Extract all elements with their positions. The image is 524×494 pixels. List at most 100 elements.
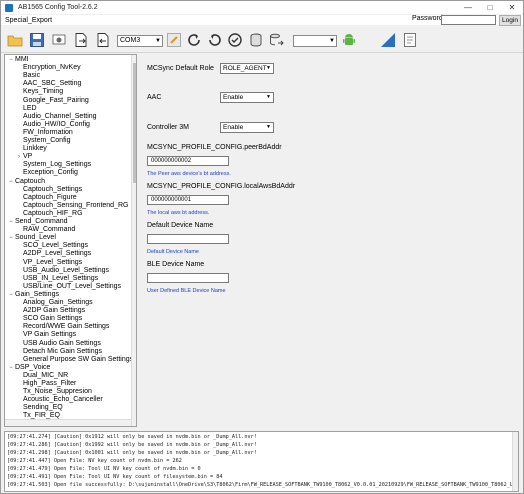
- tree-item[interactable]: System_Log_Settings: [15, 161, 91, 169]
- open-folder-icon[interactable]: [6, 31, 24, 49]
- settings-panel: MCSync Default Role ROLE_AGENT ▼ AAC Ena…: [141, 54, 521, 427]
- document-icon[interactable]: [401, 31, 419, 49]
- tree-item[interactable]: Audio_Channel_Setting: [15, 113, 97, 121]
- tree-item[interactable]: Exception_Config: [15, 169, 78, 177]
- tree-item[interactable]: USB_Audio_Level_Settings: [15, 267, 109, 275]
- database-export-icon[interactable]: [267, 31, 285, 49]
- tree-item[interactable]: − Sound_Level: [7, 234, 56, 242]
- collapse-icon[interactable]: −: [7, 56, 15, 64]
- minimize-button[interactable]: —: [457, 1, 479, 14]
- mcsync-role-select[interactable]: ROLE_AGENT ▼: [220, 63, 274, 74]
- collapse-icon[interactable]: −: [7, 364, 15, 372]
- tree-item[interactable]: Tx_Noise_Suppresion: [15, 388, 92, 396]
- tree-horizontal-scrollbar[interactable]: [5, 419, 131, 426]
- port-combo[interactable]: COM3 ▼: [117, 35, 163, 47]
- controller-3m-select[interactable]: Enable ▼: [220, 122, 274, 133]
- tree-item[interactable]: Dual_MIC_NR: [15, 372, 68, 380]
- tree-item[interactable]: USB_IN_Level_Settings: [15, 275, 98, 283]
- tree-item[interactable]: General Purpose SW Gain Settings: [15, 356, 133, 364]
- password-input[interactable]: [441, 15, 496, 25]
- connect-icon[interactable]: [165, 31, 183, 49]
- tree-item[interactable]: Captouch_Settings: [15, 186, 82, 194]
- controller-3m-label: Controller 3M: [147, 124, 190, 131]
- tree-item[interactable]: Audio_HW/IO_Config: [15, 121, 90, 129]
- tree-item[interactable]: System_Config: [15, 137, 70, 145]
- tree-item[interactable]: VP_Level_Settings: [15, 259, 82, 267]
- tree-item[interactable]: Captouch_HIF_RG: [15, 210, 83, 218]
- config-icon[interactable]: [50, 31, 68, 49]
- export-icon[interactable]: [72, 31, 90, 49]
- peer-addr-label: MCSYNC_PROFILE_CONFIG.peerBdAddr: [147, 144, 282, 151]
- tree-item[interactable]: High_Pass_Filter: [15, 380, 76, 388]
- tree-item-label: USB_Audio_Level_Settings: [23, 266, 110, 274]
- expand-icon[interactable]: ›: [15, 153, 23, 161]
- tree-item[interactable]: USB/Line_OUT_Level_Settings: [15, 283, 121, 291]
- peer-addr-input[interactable]: 000000000002: [147, 156, 229, 166]
- check-icon[interactable]: [226, 31, 244, 49]
- tree-item-label: VP_Level_Settings: [23, 258, 83, 266]
- android-icon[interactable]: [340, 31, 358, 49]
- database-icon[interactable]: [247, 31, 265, 49]
- tree-item[interactable]: − MMI: [7, 56, 29, 64]
- tree-item[interactable]: Captouch_Figure: [15, 194, 77, 202]
- tree-item[interactable]: Acoustic_Echo_Canceller: [15, 396, 103, 404]
- tree-item[interactable]: − Send_Command: [7, 218, 67, 226]
- log-line: [09:27:41.491] Open File: Tool UI NV key…: [7, 474, 223, 480]
- collapse-icon[interactable]: −: [7, 218, 15, 226]
- tree-item[interactable]: Detach Mic Gain Settings: [15, 348, 102, 356]
- tree-item-label: Acoustic_Echo_Canceller: [23, 396, 103, 404]
- tree-item[interactable]: Keys_Timing: [15, 88, 63, 96]
- tree-item[interactable]: Linkkey: [15, 145, 47, 153]
- collapse-icon[interactable]: −: [7, 291, 15, 299]
- import-icon[interactable]: [94, 31, 112, 49]
- app-icon: [5, 3, 13, 12]
- tree-item[interactable]: A2DP Gain Settings: [15, 307, 85, 315]
- maximize-button[interactable]: □: [479, 1, 501, 14]
- tree-item[interactable]: Basic: [15, 72, 40, 80]
- collapse-icon[interactable]: −: [7, 234, 15, 242]
- tree-item[interactable]: AAC_SBC_Setting: [15, 80, 81, 88]
- refresh-icon[interactable]: [185, 31, 203, 49]
- tree-item[interactable]: Analog_Gain_Settings: [15, 299, 93, 307]
- log-vertical-scrollbar[interactable]: [512, 432, 518, 491]
- tree-item-label: System_Log_Settings: [23, 161, 92, 169]
- tree-item-label: AAC_SBC_Setting: [23, 80, 82, 88]
- login-button[interactable]: Login: [499, 15, 521, 26]
- tree-item[interactable]: SCO_Level_Settings: [15, 242, 88, 250]
- tree-vertical-scrollbar[interactable]: [131, 55, 136, 426]
- tree-item[interactable]: LED: [15, 105, 37, 113]
- collapse-icon[interactable]: −: [7, 178, 15, 186]
- tree-item[interactable]: › VP: [15, 153, 32, 161]
- close-button[interactable]: ✕: [501, 1, 523, 14]
- tree-item[interactable]: FW_Information: [15, 129, 73, 137]
- tree-item[interactable]: Captouch_Sensing_Frontend_RG: [15, 202, 128, 210]
- aac-select[interactable]: Enable ▼: [220, 92, 274, 103]
- tree-item[interactable]: RAW_Command: [15, 226, 75, 234]
- log-line: [09:27:41.503] Open file successfully: D…: [7, 482, 519, 488]
- tree-item[interactable]: − DSP_Voice: [7, 364, 50, 372]
- reload-icon[interactable]: [206, 31, 224, 49]
- tree-item[interactable]: − Captouch: [7, 178, 45, 186]
- tree-item[interactable]: SCO Gain Settings: [15, 315, 82, 323]
- save-icon[interactable]: [28, 31, 46, 49]
- tree-item[interactable]: A2DP_Level_Settings: [15, 250, 91, 258]
- device-combo[interactable]: ▼: [293, 35, 337, 47]
- log-console[interactable]: [09:27:41.274] [Caution] 0x1912 will onl…: [4, 431, 519, 492]
- ble-name-input[interactable]: [147, 273, 229, 283]
- tree-item-label: Exception_Config: [23, 169, 78, 177]
- tree-item[interactable]: Sending_EQ: [15, 404, 63, 412]
- tree-item[interactable]: Encryption_NvKey: [15, 64, 81, 72]
- tree-item-label: Analog_Gain_Settings: [23, 299, 93, 306]
- tree-item[interactable]: USB Audio Gain Settings: [15, 340, 101, 348]
- chart-icon[interactable]: [379, 31, 397, 49]
- tree-item[interactable]: − Gain_Settings: [7, 291, 59, 299]
- tree-item-label: MMI: [15, 56, 29, 63]
- menu-special-export[interactable]: Special_Export: [5, 17, 52, 24]
- tree-item[interactable]: Record/WWE Gain Settings: [15, 323, 109, 331]
- default-name-input[interactable]: [147, 234, 229, 244]
- tree-scroll-thumb[interactable]: [133, 63, 136, 183]
- tree-item-label: Tx_Noise_Suppresion: [23, 388, 92, 396]
- local-addr-input[interactable]: 000000000001: [147, 195, 229, 205]
- tree-item[interactable]: Google_Fast_Pairing: [15, 97, 89, 105]
- tree-item[interactable]: VP Gain Settings: [15, 331, 76, 339]
